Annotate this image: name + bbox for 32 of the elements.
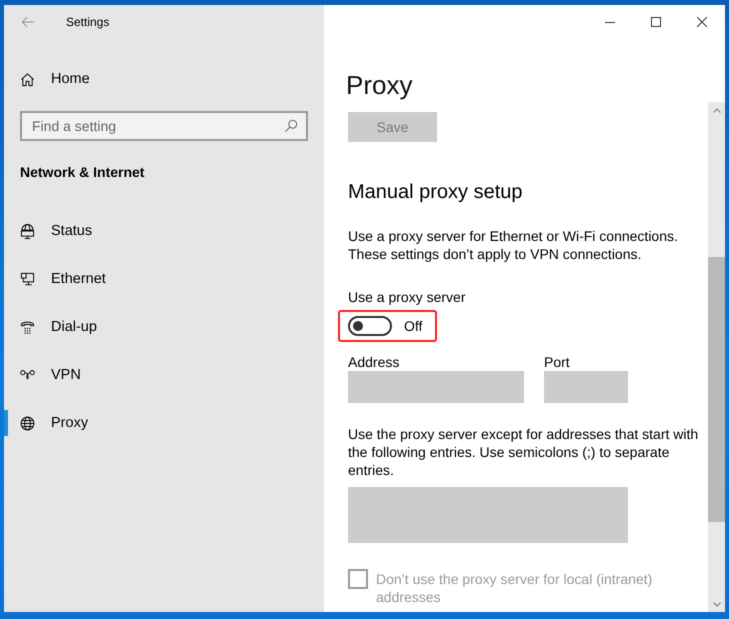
chevron-up-icon[interactable] [712, 108, 720, 112]
maximize-icon [651, 17, 661, 27]
nav-item[interactable]: Ethernet [4, 255, 324, 303]
nav-item[interactable]: Dial-up [4, 303, 324, 351]
globe-monitor-icon [20, 224, 35, 238]
close-icon [697, 17, 707, 27]
checkbox-label: Don’t use the proxy server for local (intranet) addresses [376, 570, 654, 606]
nav-item[interactable]: VPN [4, 351, 324, 399]
globe-icon [20, 416, 35, 430]
search-field[interactable]: Find a setting [20, 111, 308, 141]
nav-item[interactable]: Status [4, 207, 324, 255]
section-title: Manual proxy setup [348, 180, 523, 205]
page-title: Proxy [346, 69, 412, 102]
scrollbar[interactable] [708, 102, 725, 612]
description-text: Use a proxy server for Ethernet or Wi-Fi connections. These settings don’t apply to VPN connections. [348, 227, 679, 263]
toggle-state-label: Off [404, 317, 422, 335]
toggle-switch[interactable] [348, 316, 392, 336]
port-label: Port [544, 353, 570, 371]
nav-item[interactable]: Proxy [4, 399, 324, 447]
home-link[interactable]: Home [4, 55, 324, 103]
search-icon [284, 119, 298, 133]
phone-icon [20, 320, 35, 334]
home-icon [20, 72, 35, 86]
chevron-down-icon[interactable] [712, 602, 720, 606]
address-label: Address [348, 353, 400, 371]
scrollbar-thumb[interactable] [708, 257, 725, 522]
window-title: Settings [66, 15, 110, 29]
section-heading: Network & Internet [20, 163, 144, 182]
switch-label: Use a proxy server [348, 288, 466, 306]
exceptions-description: Use the proxy server except for addresses that start with the following entries. Use semicolons (;) to separate entries. [348, 425, 700, 479]
back-arrow-icon [21, 15, 35, 29]
monitor-icon [20, 272, 35, 286]
